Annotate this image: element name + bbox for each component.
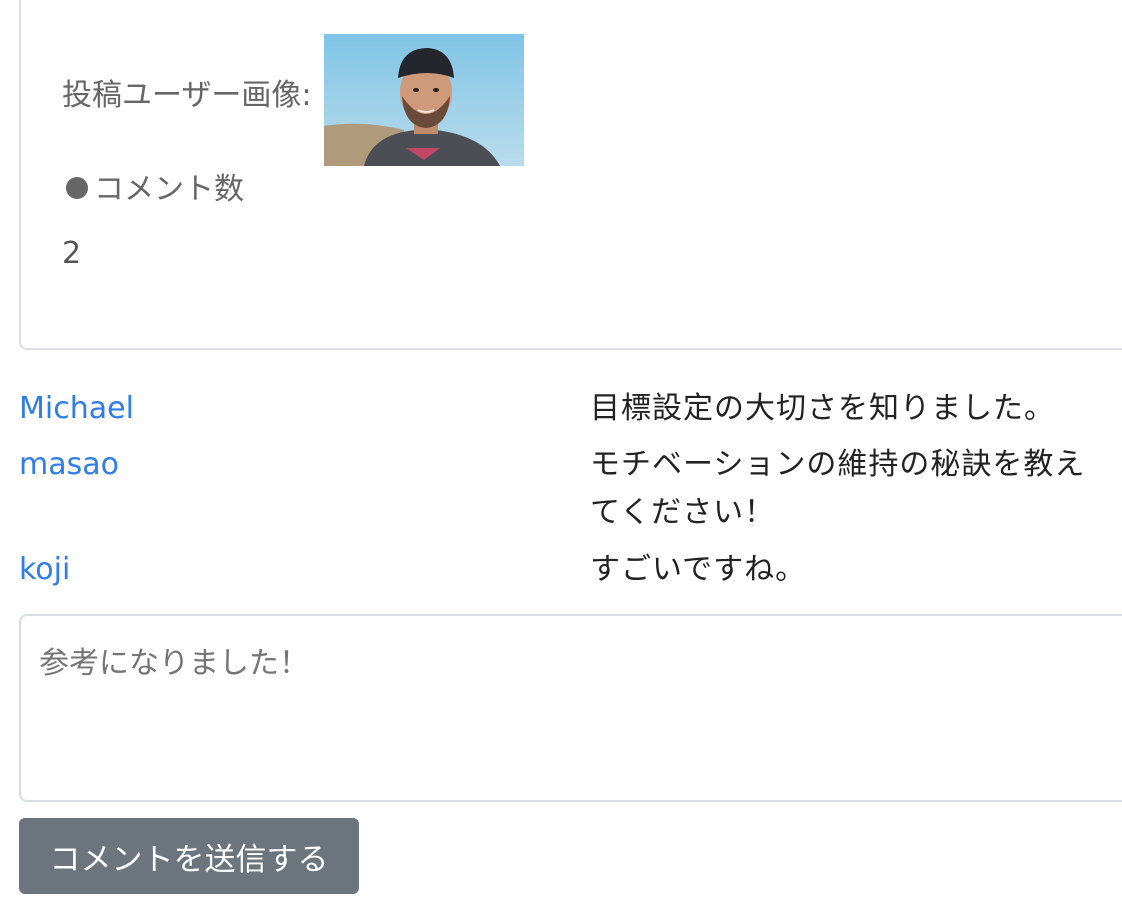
comment-user-link[interactable]: koji [19,546,70,594]
comment-text: 目標設定の大切さを知りました。 [590,391,1055,426]
user-avatar-image [324,34,524,166]
submit-comment-button[interactable]: コメントを送信する [19,818,359,894]
comment-text: すごいですね。 [590,552,807,587]
comment-count-heading: コメント数 [62,166,244,214]
bullet-icon [66,176,88,199]
comment-count-heading-text: コメント数 [94,172,244,207]
user-image-label: 投稿ユーザー画像: [62,78,312,113]
comment-text: モチベーションの維持の秘訣を教えてください！ [590,447,1086,530]
post-detail-page: 投稿ユーザー画像: コメント数 2 Michael 目標設定の大切さを知りました [0,0,1122,914]
comment-input[interactable] [19,614,1122,802]
comment-count-value: 2 [62,236,82,271]
comment-user-link[interactable]: masao [19,441,119,489]
comment-user-link[interactable]: Michael [19,385,134,433]
